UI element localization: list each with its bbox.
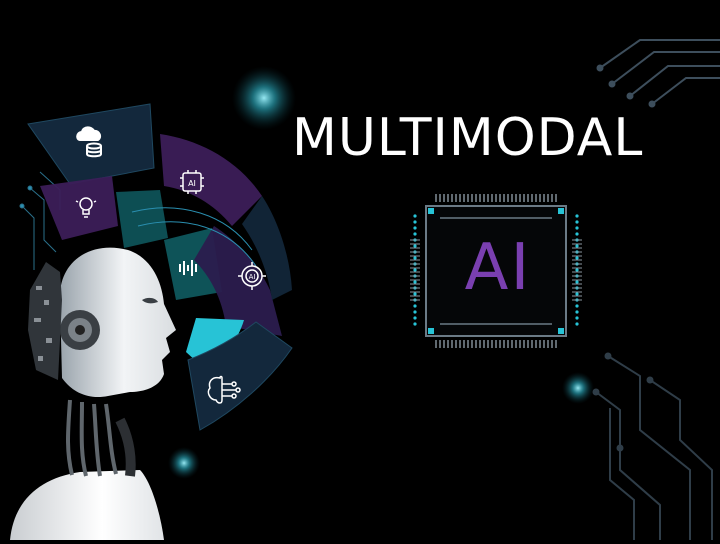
chip-pin [413,304,416,307]
chip-pin [575,322,578,325]
chip-pin [413,280,416,283]
chip-pin [413,316,416,319]
chip-pin [413,310,416,313]
chip-pin [575,268,578,271]
circuit-traces-top-right [598,40,720,107]
robot-figure [10,248,176,540]
chip-pin [575,280,578,283]
hud-panel-teal [116,190,168,248]
robot-neck [68,400,116,476]
chip-pin [575,226,578,229]
chip-pin [575,256,578,259]
chip-pin [575,316,578,319]
chip-pin [575,292,578,295]
chip-pin [413,244,416,247]
glow-orb [168,447,200,479]
robot-body [10,470,164,540]
chip-pin [413,232,416,235]
svg-text:AI: AI [249,273,256,281]
hud-panel-chip [160,134,262,226]
chip-pin [413,256,416,259]
chip-pin [575,232,578,235]
chip-pin [575,310,578,313]
chip-pin [413,226,416,229]
chip-pin [575,220,578,223]
chip-pin [413,322,416,325]
chip-pin [413,292,416,295]
svg-text:AI: AI [188,179,196,188]
headline: MULTIMODAL [292,112,643,164]
poster: AI AI [0,0,720,540]
chip-pin [413,214,416,217]
chip-pin [575,304,578,307]
chip-pin [413,220,416,223]
chip-pin [413,268,416,271]
chip-pin [575,214,578,217]
ai-chip-icon: AI [180,170,204,194]
chip-label: AI [430,236,566,300]
chip-pin [575,244,578,247]
circuit-traces-bottom-right [594,354,713,541]
glow-orb [232,66,296,130]
hud-panel-idea [40,176,118,240]
poster-art: AI AI [0,0,720,540]
glow-orb [562,372,594,404]
